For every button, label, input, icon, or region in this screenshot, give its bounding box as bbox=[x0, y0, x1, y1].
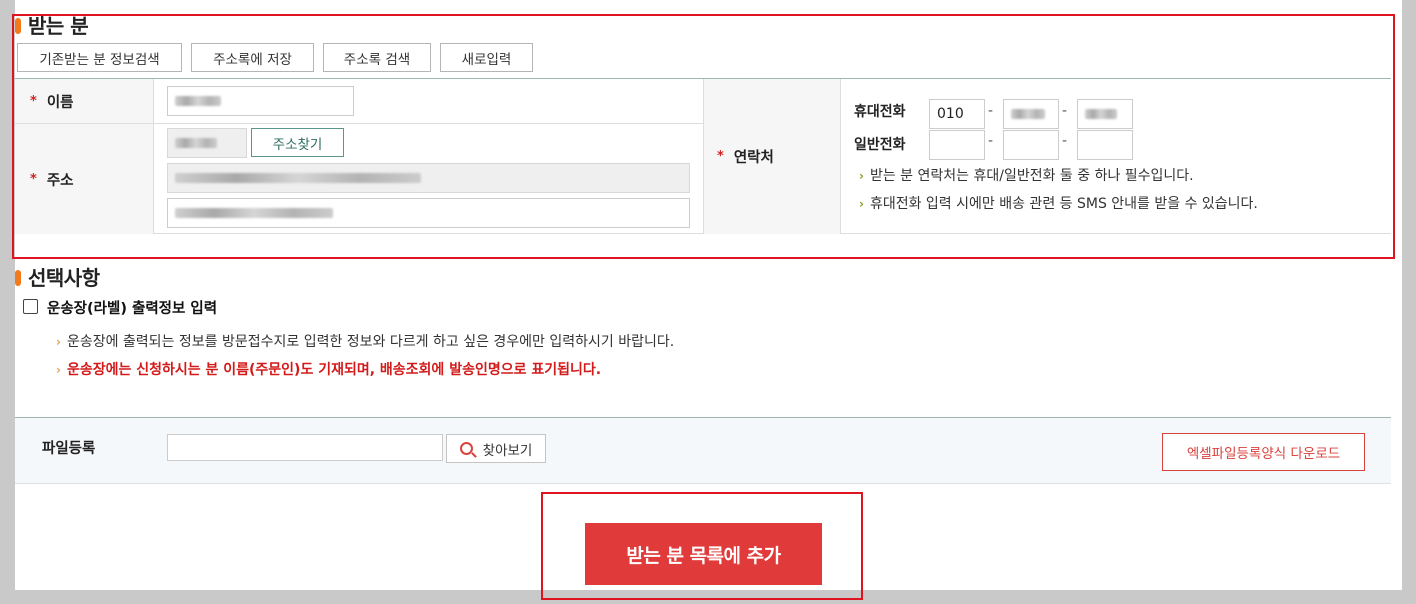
chevron-right-icon: › bbox=[56, 363, 61, 377]
phone-prefix-input[interactable] bbox=[929, 130, 985, 160]
waybill-info-checkbox[interactable] bbox=[23, 299, 38, 314]
name-label: 이름 bbox=[46, 94, 74, 111]
options-section-title: 선택사항 bbox=[15, 262, 100, 291]
phone-label: 일반전화 bbox=[854, 137, 906, 153]
mobile-label: 휴대전화 bbox=[854, 104, 906, 120]
chevron-right-icon: › bbox=[859, 169, 864, 183]
mobile-middle-input[interactable] bbox=[1003, 99, 1059, 129]
search-addressbook-button[interactable]: 주소록 검색 bbox=[323, 43, 431, 72]
phone-middle-input[interactable] bbox=[1003, 130, 1059, 160]
search-icon bbox=[459, 442, 473, 455]
mobile-prefix-input[interactable]: 010 bbox=[929, 99, 985, 129]
address-label-cell: * 주소 bbox=[15, 124, 153, 234]
browse-button[interactable]: 찾아보기 bbox=[446, 434, 546, 463]
chevron-right-icon: › bbox=[859, 197, 864, 211]
add-to-recipient-list-button[interactable]: 받는 분 목록에 추가 bbox=[585, 523, 822, 585]
chevron-right-icon: › bbox=[56, 335, 61, 349]
recipient-section-title: 받는 분 bbox=[15, 10, 89, 39]
excel-template-download-button[interactable]: 엑셀파일등록양식 다운로드 bbox=[1162, 433, 1365, 471]
address-label: 주소 bbox=[46, 172, 74, 189]
phone-last-input[interactable] bbox=[1077, 130, 1133, 160]
section-bar-icon bbox=[15, 270, 21, 286]
waybill-info-checkbox-label[interactable]: 운송장(라벨) 출력정보 입력 bbox=[47, 297, 217, 318]
contact-label-cell: * 연락처 bbox=[704, 79, 840, 234]
mobile-last-input[interactable] bbox=[1077, 99, 1133, 129]
file-path-input[interactable] bbox=[167, 434, 443, 461]
options-note-2: › 운송장에는 신청하시는 분 이름(주문인)도 기재되며, 배송조회에 발송인명… bbox=[56, 362, 602, 378]
search-existing-recipient-button[interactable]: 기존받는 분 정보검색 bbox=[17, 43, 182, 72]
save-to-addressbook-button[interactable]: 주소록에 저장 bbox=[191, 43, 314, 72]
address-main-input[interactable] bbox=[167, 163, 690, 193]
contact-note-2: › 휴대전화 입력 시에만 배송 관련 등 SMS 안내를 받을 수 있습니다. bbox=[859, 196, 1258, 212]
find-address-button[interactable]: 주소찾기 bbox=[251, 128, 344, 157]
options-note-1: › 운송장에 출력되는 정보를 방문접수지로 입력한 정보와 다르게 하고 싶은 … bbox=[56, 334, 675, 350]
contact-label: 연락처 bbox=[733, 150, 774, 166]
recipient-name-input[interactable] bbox=[167, 86, 354, 116]
name-label-cell: * 이름 bbox=[15, 79, 153, 123]
recipient-button-row: 기존받는 분 정보검색 주소록에 저장 주소록 검색 새로입력 bbox=[17, 43, 542, 72]
file-upload-label: 파일등록 bbox=[42, 441, 96, 457]
section-bar-icon bbox=[15, 18, 21, 34]
new-entry-button[interactable]: 새로입력 bbox=[440, 43, 533, 72]
postal-code-input[interactable] bbox=[167, 128, 247, 158]
contact-note-1: › 받는 분 연락처는 휴대/일반전화 둘 중 하나 필수입니다. bbox=[859, 168, 1194, 184]
address-detail-input[interactable] bbox=[167, 198, 690, 228]
